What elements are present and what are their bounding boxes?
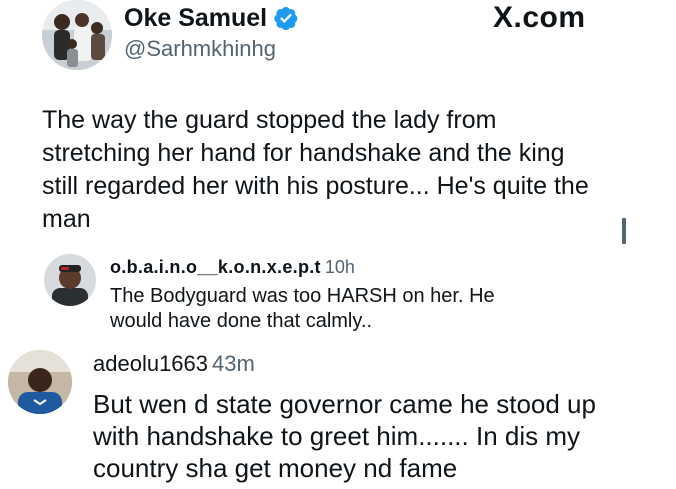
comment-header: adeolu1663 43m xyxy=(93,350,255,378)
author-handle[interactable]: @Sarhmkhinhg xyxy=(124,36,276,62)
comment-timestamp: 43m xyxy=(212,351,255,376)
comment-line: country sha get money nd fame xyxy=(93,453,458,483)
comment-line: with handshake to greet him....... In di… xyxy=(93,421,581,451)
commenter-avatar[interactable] xyxy=(44,254,96,306)
tweet-line: man xyxy=(42,205,91,233)
site-label: X.com xyxy=(493,1,586,34)
author-name-row: Oke Samuel xyxy=(124,2,299,34)
commenter-avatar[interactable] xyxy=(8,350,72,414)
author-avatar-image xyxy=(42,0,112,70)
tweet-line: stretching her hand for handshake and th… xyxy=(42,139,565,167)
comment-username[interactable]: adeolu1663 xyxy=(93,351,208,376)
tweet-text: The way the guard stopped the lady from … xyxy=(42,104,612,236)
tweet-line: still regarded her with his posture... H… xyxy=(42,172,589,200)
comment-header: o.b.a.i.n.o__k.o.n.x.e.p.t 10h xyxy=(110,256,355,278)
scroll-indicator xyxy=(622,218,626,244)
comment-username[interactable]: o.b.a.i.n.o__k.o.n.x.e.p.t xyxy=(110,257,321,277)
comment-line: would have done that calmly.. xyxy=(110,310,373,332)
author-avatar[interactable] xyxy=(42,0,112,70)
verified-badge-icon xyxy=(273,5,299,31)
comment-text: But wen d state governor came he stood u… xyxy=(93,388,668,484)
comment-line: But wen d state governor came he stood u… xyxy=(93,389,596,419)
comment-line: The Bodyguard was too HARSH on her. He xyxy=(110,285,495,307)
tweet-line: The way the guard stopped the lady from xyxy=(42,106,497,134)
comment-text: The Bodyguard was too HARSH on her. He w… xyxy=(110,284,610,334)
author-display-name[interactable]: Oke Samuel xyxy=(124,3,267,33)
commenter-avatar-image xyxy=(44,254,96,306)
comment-timestamp: 10h xyxy=(324,257,355,277)
commenter-avatar-image xyxy=(8,350,72,414)
